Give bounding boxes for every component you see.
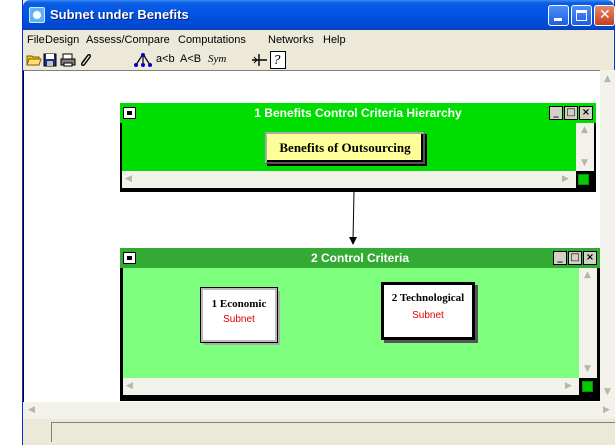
economic-node[interactable]: 1 Economic Subnet	[200, 287, 278, 343]
child-minimize-button[interactable]: _	[553, 251, 567, 265]
menu-design[interactable]: Design	[45, 34, 79, 46]
goal-node[interactable]: Benefits of Outsourcing	[265, 132, 425, 164]
sym-label[interactable]: Sym	[208, 53, 226, 65]
economic-subnet-label: Subnet	[223, 314, 255, 325]
criteria-vscroll[interactable]: ▲ ▼	[579, 268, 597, 378]
menu-computations[interactable]: Computations	[178, 34, 246, 46]
economic-node-label: 1 Economic	[211, 298, 267, 310]
hierarchy-canvas[interactable]: Benefits of Outsourcing	[122, 123, 576, 171]
connector-arrow	[349, 191, 357, 245]
close-button[interactable]: ✕	[594, 5, 615, 26]
system-menu-icon[interactable]	[123, 252, 136, 264]
hierarchy-window: 1 Benefits Control Criteria Hierarchy _ …	[120, 103, 596, 192]
window-title: Subnet under Benefits	[50, 7, 189, 22]
app-icon	[29, 7, 45, 23]
main-hscroll[interactable]: ◀ ▶	[23, 402, 615, 419]
status-bar	[23, 419, 615, 445]
menu-file[interactable]: File	[27, 34, 45, 46]
minimize-icon	[554, 18, 562, 21]
child-maximize-button[interactable]: □	[564, 106, 578, 120]
open-folder-icon[interactable]	[26, 53, 42, 67]
pair-icon[interactable]	[251, 53, 269, 67]
paperclip-icon[interactable]	[78, 53, 92, 67]
svg-text:?: ?	[274, 53, 281, 67]
hierarchy-vscroll[interactable]: ▲ ▼	[576, 123, 594, 171]
hierarchy-icon[interactable]	[133, 53, 153, 67]
main-window: Subnet under Benefits ✕ File Design Asse…	[22, 0, 615, 445]
goal-node-label: Benefits of Outsourcing	[279, 140, 411, 155]
close-icon: ✕	[599, 7, 611, 23]
technological-node-label: 2 Technological	[391, 292, 465, 304]
scroll-corner	[582, 381, 593, 392]
maximize-button[interactable]	[571, 5, 592, 26]
menu-help[interactable]: Help	[323, 34, 346, 46]
child-maximize-button[interactable]: □	[568, 251, 582, 265]
print-icon[interactable]	[60, 53, 76, 67]
help-cursor-icon[interactable]: ?	[270, 51, 286, 69]
maximize-icon	[576, 10, 587, 21]
scroll-corner	[578, 174, 589, 185]
technological-node[interactable]: 2 Technological Subnet	[381, 282, 475, 340]
criteria-window-title[interactable]: 2 Control Criteria	[120, 248, 600, 268]
menu-bar: File Design Assess/Compare Computations …	[23, 30, 614, 50]
menu-networks[interactable]: Networks	[268, 34, 314, 46]
canvas[interactable]: 1 Benefits Control Criteria Hierarchy _ …	[23, 70, 600, 402]
hierarchy-hscroll[interactable]: ◀ ▶	[122, 171, 576, 188]
child-close-button[interactable]: ×	[583, 251, 597, 265]
criteria-hscroll[interactable]: ◀ ▶	[123, 378, 579, 395]
toolbar: a<b A<B Sym ?	[23, 50, 614, 70]
minimize-button[interactable]	[548, 5, 569, 26]
criteria-window: 2 Control Criteria _ □ × 1 Economic Subn…	[120, 248, 600, 401]
status-field	[51, 422, 615, 442]
hierarchy-window-title[interactable]: 1 Benefits Control Criteria Hierarchy	[120, 103, 596, 123]
child-minimize-button[interactable]: _	[549, 106, 563, 120]
main-vscroll[interactable]: ▲ ▼	[600, 70, 615, 402]
compare-b-label[interactable]: A<B	[180, 53, 201, 65]
save-disk-icon[interactable]	[43, 53, 57, 67]
title-bar[interactable]: Subnet under Benefits ✕	[23, 0, 615, 30]
technological-subnet-label: Subnet	[412, 310, 444, 321]
criteria-canvas[interactable]: 1 Economic Subnet 2 Technological Subnet	[123, 268, 579, 378]
compare-a-label[interactable]: a<b	[156, 53, 175, 65]
system-menu-icon[interactable]	[123, 107, 136, 119]
menu-assess-compare[interactable]: Assess/Compare	[86, 34, 170, 46]
child-close-button[interactable]: ×	[579, 106, 593, 120]
